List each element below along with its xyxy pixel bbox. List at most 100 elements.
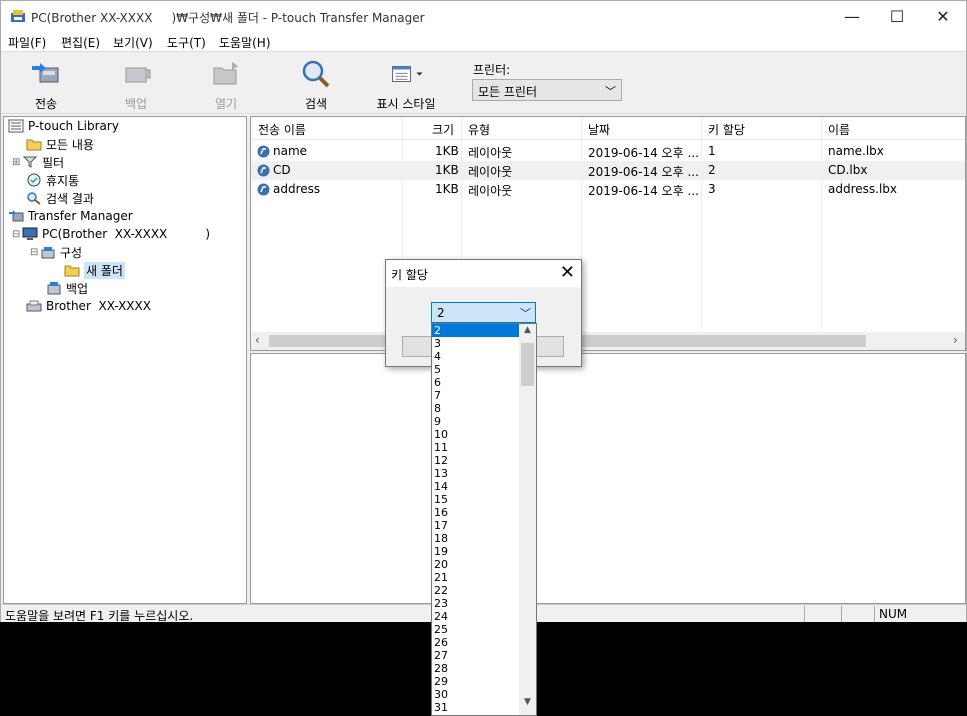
horizontal-scrollbar[interactable]: ‹ › (251, 332, 965, 350)
dropdown-option[interactable]: 2 (432, 324, 520, 337)
scrollbar-thumb[interactable] (521, 343, 534, 386)
dropdown-option[interactable]: 31 (432, 701, 520, 714)
collapse-icon[interactable]: ⊟ (12, 229, 22, 240)
key-number-select[interactable]: 2 ﹀ (431, 302, 536, 323)
dropdown-option[interactable]: 4 (432, 350, 520, 363)
layout-file-icon (257, 164, 270, 177)
maximize-button[interactable]: ☐ (874, 1, 920, 31)
dropdown-option[interactable]: 7 (432, 389, 520, 402)
column-header-file-name[interactable]: 이름 (828, 121, 850, 138)
tree-item-search-results[interactable]: 검색 결과 (26, 189, 94, 207)
column-header-key-assign[interactable]: 키 할당 (708, 121, 745, 138)
dropdown-option[interactable]: 13 (432, 467, 520, 480)
cell-type: 레이아웃 (468, 184, 513, 198)
tree-item-config[interactable]: ⊟ 구성 (30, 243, 82, 261)
dropdown-option[interactable]: 8 (432, 402, 520, 415)
column-header-transfer-name[interactable]: 전송 이름 (258, 121, 306, 138)
cell-transfer-name: name (273, 144, 308, 158)
dropdown-option[interactable]: 26 (432, 636, 520, 649)
cell-type: 레이아웃 (468, 146, 513, 160)
menu-tools[interactable]: 도구(T) (167, 34, 206, 51)
tree-item-all-contents[interactable]: 모든 내용 (26, 135, 94, 153)
collapse-icon[interactable]: ⊟ (30, 247, 40, 258)
minimize-button[interactable]: — (829, 1, 875, 31)
column-header-date[interactable]: 날짜 (588, 121, 610, 138)
table-row[interactable]: name 1KB 레이아웃 2019-06-14 오후 ... 1 name.l… (251, 142, 965, 161)
open-button[interactable]: 열기 (191, 56, 261, 111)
tree-item-filter[interactable]: ⊞ 필터 (12, 153, 64, 171)
dropdown-option[interactable]: 30 (432, 688, 520, 701)
dropdown-option[interactable]: 23 (432, 597, 520, 610)
dropdown-option[interactable]: 18 (432, 532, 520, 545)
dropdown-option[interactable]: 11 (432, 441, 520, 454)
tree-item-new-folder[interactable]: 새 폴더 (64, 261, 125, 279)
cell-key-assign: 3 (708, 182, 716, 196)
dropdown-option[interactable]: 12 (432, 454, 520, 467)
cell-size: 1KB (435, 163, 459, 177)
status-divider (841, 606, 842, 622)
layout-file-icon (257, 145, 270, 158)
printer-icon (26, 300, 42, 312)
dropdown-option[interactable]: 9 (432, 415, 520, 428)
tree-item-ptouch-library[interactable]: P-touch Library (8, 117, 119, 135)
tree-item-pc[interactable]: ⊟ PC(Brother XX-XXXX ) (12, 225, 210, 243)
key-number-value: 2 (437, 306, 445, 320)
close-icon[interactable]: ✕ (560, 262, 575, 283)
dropdown-option[interactable]: 15 (432, 493, 520, 506)
column-header-type[interactable]: 유형 (468, 121, 490, 138)
scroll-left-icon[interactable]: ‹ (255, 333, 260, 347)
chevron-down-icon: ﹀ (520, 307, 531, 320)
menu-view[interactable]: 보기(V) (113, 34, 153, 51)
table-row[interactable]: address 1KB 레이아웃 2019-06-14 오후 ... 3 add… (251, 180, 965, 199)
layout-file-icon (257, 183, 270, 196)
title-bar: PC(Brother XX-XXXX )₩구성₩새 폴더 - P-touch T… (1, 1, 966, 31)
printer-select[interactable]: 모든 프린터 ﹀ (472, 79, 622, 101)
dropdown-option[interactable]: 27 (432, 649, 520, 662)
window-title: PC(Brother XX-XXXX )₩구성₩새 폴더 - P-touch T… (31, 11, 425, 25)
dropdown-option[interactable]: 14 (432, 480, 520, 493)
dropdown-option[interactable]: 20 (432, 558, 520, 571)
transfer-icon (9, 210, 24, 222)
column-header-size[interactable]: 크기 (432, 121, 454, 138)
scroll-down-icon[interactable]: ▼ (519, 697, 536, 714)
transfer-label: 전송 (34, 97, 58, 111)
dialog-title: 키 할당 (391, 268, 428, 282)
transfer-button[interactable]: 전송 (11, 56, 81, 111)
tree-item-brother-printer[interactable]: Brother XX-XXXX (26, 297, 151, 315)
dropdown-option[interactable]: 19 (432, 545, 520, 558)
key-number-dropdown[interactable]: 2 3 4 5 6 7 8 9 10 11 12 13 14 15 16 17 18 19 20 21 22 23 24 25… (431, 323, 537, 716)
tree-item-trash[interactable]: 휴지통 (26, 171, 79, 189)
search-button[interactable]: 검색 (281, 56, 351, 111)
menu-edit[interactable]: 편집(E) (61, 34, 100, 51)
dropdown-option[interactable]: 24 (432, 610, 520, 623)
menu-file[interactable]: 파일(F) (8, 34, 46, 51)
backup-button[interactable]: 백업 (101, 56, 171, 111)
cell-transfer-name: address (273, 182, 321, 196)
dropdown-option[interactable]: 22 (432, 584, 520, 597)
display-style-button[interactable]: 표시 스타일 (371, 56, 441, 111)
ptouch-app-icon (11, 10, 25, 22)
tree-item-transfer-manager[interactable]: Transfer Manager (8, 207, 133, 225)
dropdown-option[interactable]: 29 (432, 675, 520, 688)
vertical-scrollbar[interactable]: ▲ ▼ (519, 324, 536, 715)
status-divider (804, 606, 805, 622)
dropdown-option[interactable]: 10 (432, 428, 520, 441)
num-lock-indicator: NUM (879, 607, 908, 621)
scroll-right-icon[interactable]: › (953, 333, 958, 347)
close-button[interactable]: ✕ (920, 1, 966, 31)
computer-icon (22, 227, 38, 240)
dropdown-option[interactable]: 25 (432, 623, 520, 636)
dropdown-option[interactable]: 5 (432, 363, 520, 376)
dropdown-option[interactable]: 16 (432, 506, 520, 519)
dropdown-option[interactable]: 21 (432, 571, 520, 584)
menu-help[interactable]: 도움말(H) (219, 34, 271, 51)
tree-item-backup[interactable]: 백업 (46, 279, 88, 297)
dropdown-option[interactable]: 6 (432, 376, 520, 389)
dropdown-option[interactable]: 17 (432, 519, 520, 532)
table-row[interactable]: CD 1KB 레이아웃 2019-06-14 오후 ... 2 CD.lbx (251, 161, 965, 180)
dropdown-option[interactable]: 3 (432, 337, 520, 350)
backup-icon (47, 282, 61, 295)
scroll-up-icon[interactable]: ▲ (519, 325, 536, 342)
expand-icon[interactable]: ⊞ (12, 157, 22, 168)
dropdown-option[interactable]: 28 (432, 662, 520, 675)
